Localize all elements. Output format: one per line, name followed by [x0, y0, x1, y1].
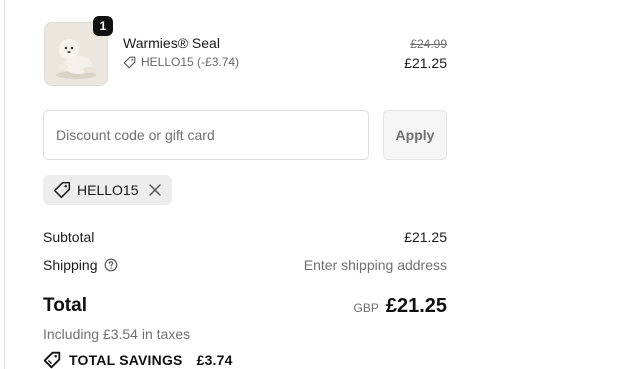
tag-icon: [123, 56, 136, 69]
product-discount-line: HELLO15 (-£3.74): [123, 55, 239, 69]
total-savings: TOTAL SAVINGS £3.74: [43, 351, 233, 369]
product-name: Warmies® Seal: [123, 35, 220, 51]
subtotal-label: Subtotal: [43, 229, 95, 245]
help-circle-icon[interactable]: [104, 258, 118, 275]
savings-amount: £3.74: [196, 352, 233, 368]
apply-button[interactable]: Apply: [383, 110, 447, 160]
shipping-label: Shipping: [43, 257, 98, 273]
savings-tag-icon: [43, 351, 61, 369]
savings-label: TOTAL SAVINGS: [69, 352, 183, 368]
total-amount: £21.25: [385, 295, 447, 317]
discount-code-input[interactable]: [43, 110, 369, 160]
total-value: GBP £21.25: [353, 295, 447, 318]
quantity-badge: 1: [93, 16, 113, 36]
original-price: £24.99: [410, 37, 447, 51]
subtotal-value: £21.25: [404, 229, 447, 245]
close-icon: [149, 184, 162, 196]
shipping-label-row: Shipping: [43, 257, 118, 275]
product-discount-text: HELLO15 (-£3.74): [141, 55, 240, 69]
product-price: £21.25: [404, 55, 447, 71]
currency-code: GBP: [353, 301, 379, 315]
remove-discount-button[interactable]: [148, 183, 162, 197]
shipping-value: Enter shipping address: [303, 257, 447, 273]
tax-note: Including £3.54 in taxes: [43, 326, 191, 342]
total-label: Total: [43, 295, 87, 316]
applied-discount-chip: HELLO15: [43, 175, 173, 205]
applied-code-text: HELLO15: [77, 182, 139, 198]
panel-divider: [4, 0, 5, 369]
tag-icon: [53, 181, 71, 199]
